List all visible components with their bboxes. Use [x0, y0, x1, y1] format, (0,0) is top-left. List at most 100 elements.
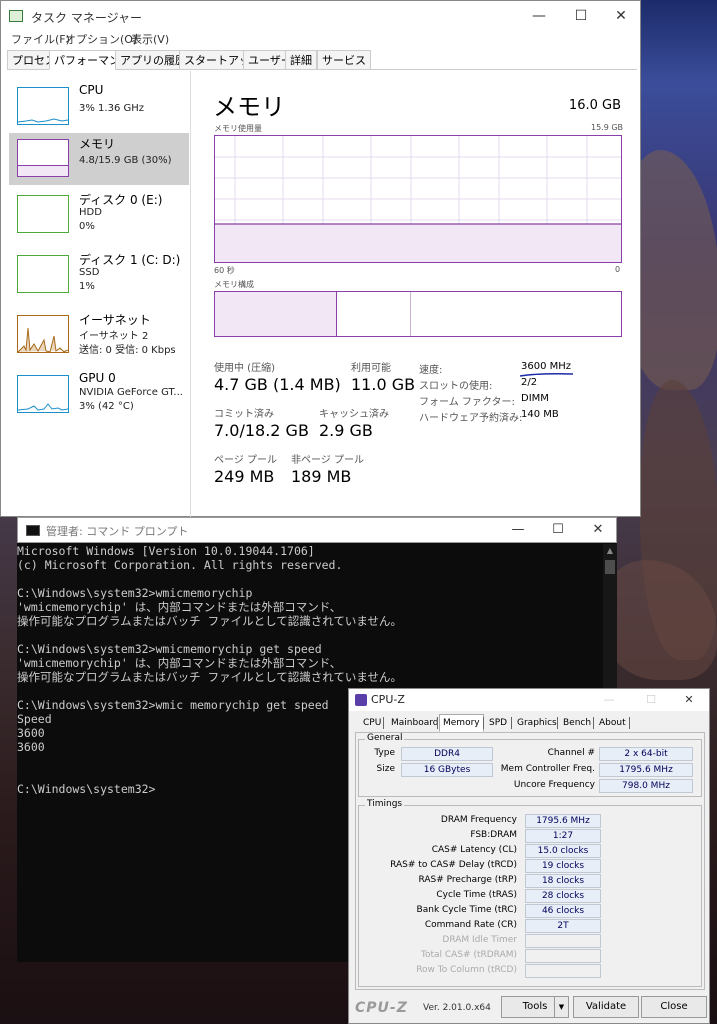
- performance-sidebar: CPU 3% 1.36 GHz メモリ 4.8/15.9 GB (30%) ディ…: [1, 71, 191, 517]
- sidebar-item-disk0[interactable]: ディスク 0 (E:) HDD 0%: [9, 189, 189, 241]
- memory-capacity: 16.0 GB: [568, 98, 621, 113]
- close-button[interactable]: ✕: [599, 4, 643, 28]
- tab-separator: [437, 717, 438, 729]
- general-group: General Type DDR4 Size 16 GBytes Channel…: [358, 733, 702, 797]
- ethernet-sparkline: [17, 327, 69, 353]
- menu-file[interactable]: ファイル(F): [11, 31, 70, 47]
- command-prompt-titlebar[interactable]: 管理者: コマンド プロンプト — ☐ ✕: [17, 517, 617, 543]
- timing-label: Command Rate (CR): [424, 920, 517, 930]
- available-label: 利用可能: [351, 363, 391, 374]
- cpuz-window: CPU-Z — ☐ ✕ CPU Mainboard Memory SPD Gra…: [348, 688, 710, 1024]
- tools-button[interactable]: Tools ▼: [501, 996, 569, 1018]
- sidebar-item-gpu[interactable]: GPU 0 NVIDIA GeForce GT... 3% (42 °C): [9, 369, 189, 421]
- graph-axis-right: 0: [615, 265, 621, 274]
- timings-group: Timings DRAM Frequency 1795.6 MHz FSB:DRAM…: [358, 799, 702, 987]
- console-line: 操作可能なプログラムまたはバッチ ファイルとして認識されていません。: [17, 670, 403, 684]
- tab-bench[interactable]: Bench: [559, 714, 595, 732]
- cpuz-titlebar[interactable]: CPU-Z — ☐ ✕: [349, 689, 709, 711]
- memory-composition-bar: [214, 291, 622, 337]
- tab-cpu[interactable]: CPU: [359, 714, 385, 732]
- version-label: Ver. 2.01.0.x64: [423, 1003, 491, 1013]
- sidebar-item-label: イーサネット: [79, 313, 151, 327]
- menu-view[interactable]: 表示(V): [131, 31, 169, 47]
- disk1-thumbnail-graph: [17, 255, 69, 293]
- timing-value: 2T: [525, 919, 601, 933]
- chevron-down-icon[interactable]: ▼: [554, 997, 568, 1017]
- sidebar-item-detail: 送信: 0 受信: 0 Kbps: [79, 345, 176, 356]
- console-line: Microsoft Windows [Version 10.0.19044.17…: [17, 544, 315, 558]
- tab-separator: [557, 717, 558, 729]
- page-title: メモリ: [213, 93, 285, 121]
- type-value: DDR4: [401, 747, 493, 761]
- in-use-value: 4.7 GB (1.4 MB): [214, 375, 341, 394]
- sidebar-item-ethernet[interactable]: イーサネット イーサネット 2 送信: 0 受信: 0 Kbps: [9, 309, 189, 361]
- nonpaged-pool-label: 非ページ プール: [291, 455, 364, 466]
- menu-options[interactable]: オプション(O): [65, 31, 137, 47]
- uncore-freq-label: Uncore Frequency: [513, 780, 595, 790]
- task-manager-titlebar[interactable]: タスク マネージャー — ☐ ✕: [1, 1, 640, 31]
- tab-services[interactable]: サービス: [317, 50, 371, 70]
- tab-memory[interactable]: Memory: [439, 714, 484, 732]
- memory-usage-grid: [215, 136, 621, 262]
- scroll-thumb[interactable]: [605, 560, 615, 574]
- validate-button[interactable]: Validate: [573, 996, 639, 1018]
- tab-separator: [593, 717, 594, 729]
- console-line: C:\Windows\system32>wmicmemorychip: [17, 586, 253, 600]
- minimize-button[interactable]: —: [589, 691, 629, 709]
- ethernet-thumbnail-graph: [17, 315, 69, 353]
- maximize-button[interactable]: ☐: [536, 519, 580, 541]
- sidebar-item-disk1[interactable]: ディスク 1 (C: D:) SSD 1%: [9, 249, 189, 301]
- tab-separator: [383, 717, 384, 729]
- tab-details[interactable]: 詳細: [285, 50, 317, 70]
- timing-value: 28 clocks: [525, 889, 601, 903]
- minimize-button[interactable]: —: [517, 4, 561, 28]
- timing-value: 18 clocks: [525, 874, 601, 888]
- group-title: General: [365, 733, 405, 743]
- task-manager-window: タスク マネージャー — ☐ ✕ ファイル(F) オプション(O) 表示(V) …: [0, 0, 641, 517]
- gpu-thumbnail-graph: [17, 375, 69, 413]
- menu-bar: ファイル(F) オプション(O) 表示(V): [1, 31, 640, 49]
- timing-value: [525, 934, 601, 948]
- sidebar-item-detail: SSD: [79, 267, 100, 278]
- window-title: CPU-Z: [371, 693, 405, 706]
- minimize-button[interactable]: —: [496, 519, 540, 541]
- mem-controller-freq-label: Mem Controller Freq.: [500, 764, 595, 774]
- timing-label: Cycle Time (tRAS): [436, 890, 517, 900]
- timing-label: DRAM Idle Timer: [442, 935, 517, 945]
- tab-graphics[interactable]: Graphics: [513, 714, 561, 732]
- sidebar-item-label: メモリ: [79, 137, 116, 151]
- sidebar-item-cpu[interactable]: CPU 3% 1.36 GHz: [9, 81, 189, 133]
- tools-button-label: Tools: [522, 1001, 548, 1012]
- tab-about[interactable]: About: [595, 714, 630, 732]
- sidebar-item-label: CPU: [79, 83, 104, 97]
- tab-mainboard[interactable]: Mainboard: [387, 714, 442, 732]
- console-line: C:\Windows\system32>wmicmemorychip get s…: [17, 642, 322, 656]
- memory-usage-fill: [215, 224, 621, 262]
- cpuz-logo: CPU-Z: [355, 1000, 408, 1016]
- sidebar-item-detail: 3% (42 °C): [79, 401, 134, 412]
- close-app-button[interactable]: Close: [641, 996, 707, 1018]
- timing-label: RAS# Precharge (tRP): [418, 875, 517, 885]
- memory-tab-panel: General Type DDR4 Size 16 GBytes Channel…: [355, 732, 705, 990]
- timing-value: 46 clocks: [525, 904, 601, 918]
- timing-value: [525, 949, 601, 963]
- nonpaged-pool-value: 189 MB: [291, 467, 352, 486]
- sidebar-item-memory[interactable]: メモリ 4.8/15.9 GB (30%): [9, 133, 189, 185]
- maximize-button[interactable]: ☐: [631, 691, 671, 709]
- sidebar-item-label: ディスク 1 (C: D:): [79, 253, 181, 267]
- mem-controller-freq-value: 1795.6 MHz: [599, 763, 693, 777]
- close-button[interactable]: ✕: [576, 519, 620, 541]
- form-factor-label: フォーム ファクター:: [419, 397, 515, 408]
- close-button[interactable]: ✕: [669, 691, 709, 709]
- memory-thumbnail-graph: [17, 139, 69, 177]
- uncore-freq-value: 798.0 MHz: [599, 779, 693, 793]
- composition-label: メモリ構成: [214, 280, 254, 289]
- scroll-up-icon[interactable]: ▲: [603, 544, 617, 558]
- tab-spd[interactable]: SPD: [485, 714, 511, 732]
- memory-detail-panel: メモリ 16.0 GB メモリ使用量 15.9 GB 60 秒 0 メモリ構成 …: [191, 71, 641, 517]
- cpu-sparkline: [17, 118, 69, 123]
- size-value: 16 GBytes: [401, 763, 493, 777]
- form-factor-value: DIMM: [521, 393, 549, 404]
- maximize-button[interactable]: ☐: [559, 4, 603, 28]
